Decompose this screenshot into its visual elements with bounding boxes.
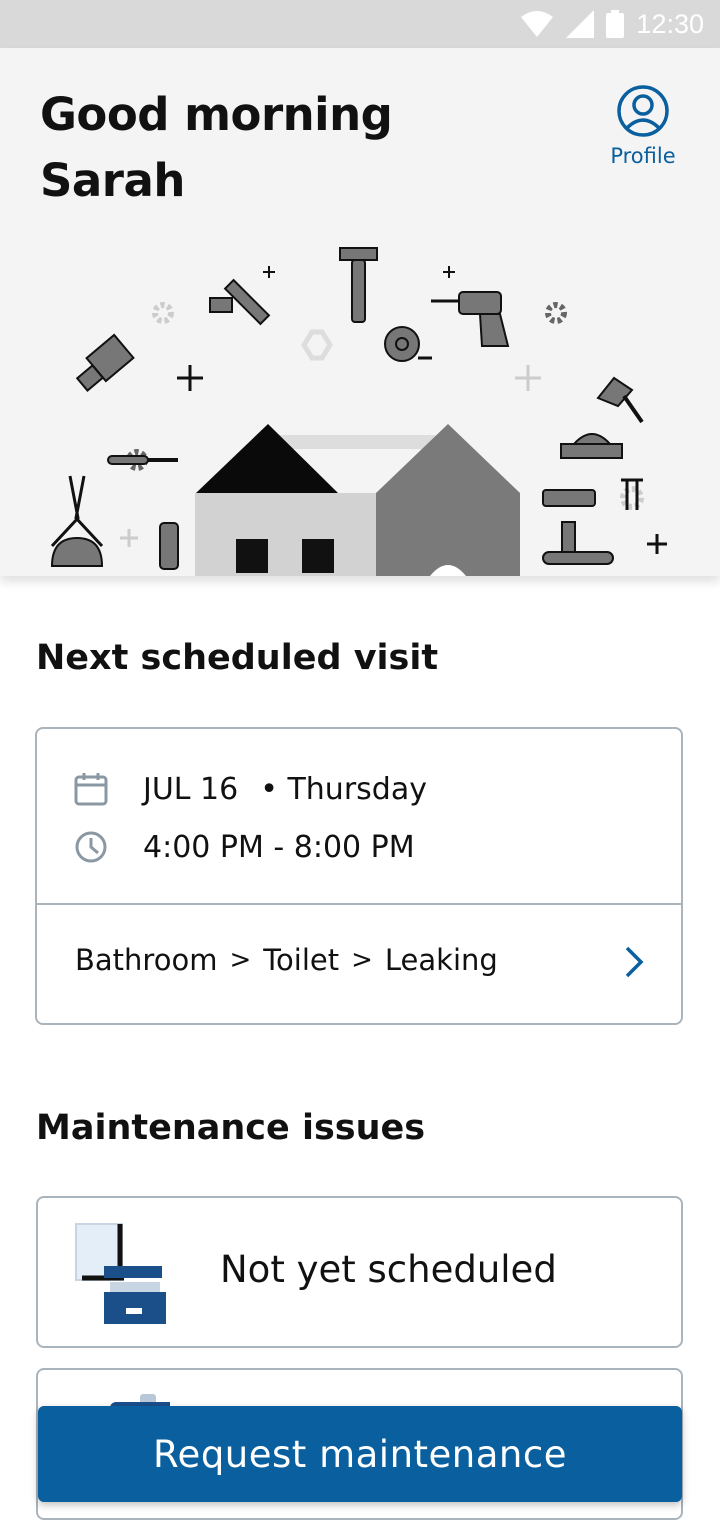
chevron-right-icon (625, 946, 644, 978)
battery-icon (606, 10, 625, 38)
greeting-line1: Good morning (40, 88, 393, 141)
signal-icon (566, 10, 595, 38)
calendar-icon (74, 773, 108, 806)
house-icon (195, 424, 520, 576)
pliers-icon (50, 475, 104, 548)
hex-nut-icon (301, 329, 333, 361)
wifi-icon (521, 11, 554, 37)
visit-details-link[interactable]: Bathroom > Toilet > Leaking (37, 905, 681, 1025)
user-circle-icon (617, 85, 669, 137)
breadcrumb-separator: > (229, 945, 252, 975)
request-maintenance-button[interactable]: Request maintenance (38, 1406, 682, 1502)
screwdriver-vertical-icon (159, 522, 179, 570)
status-icons: 12:30 (520, 8, 704, 40)
paint-brush-icon (75, 333, 135, 392)
house-tools-illustration (50, 247, 667, 576)
issue-label: Not yet scheduled (220, 1248, 557, 1291)
screwdriver-icon (107, 455, 178, 465)
status-time: 12:30 (636, 8, 704, 39)
visit-time-row: 4:00 PM - 8:00 PM (73, 829, 415, 865)
visit-date-row: JUL 16 • Thursday (73, 771, 427, 807)
tape-measure-icon (384, 326, 432, 362)
file-cabinet-icon (75, 1223, 166, 1324)
breadcrumb-item: Leaking (384, 943, 498, 977)
breadcrumb-item: Bathroom (75, 943, 218, 977)
user-name: Sarah (40, 154, 185, 207)
greeting: Good morning Sarah (40, 82, 460, 214)
visit-breadcrumb: Bathroom > Toilet > Leaking (75, 943, 498, 977)
profile-label: Profile (610, 144, 676, 168)
status-bar: 12:30 (0, 0, 720, 48)
drill-icon (431, 291, 510, 347)
visit-day: • Thursday (260, 771, 427, 807)
clock-icon (75, 831, 107, 863)
next-visit-title: Next scheduled visit (36, 638, 439, 678)
breadcrumb-separator: > (351, 945, 373, 975)
header: Good morning Sarah Profile (0, 48, 720, 576)
hammer-icon (339, 247, 378, 323)
breadcrumb-item: Toilet (263, 943, 340, 977)
pipe-wrench-icon (209, 278, 271, 326)
hard-hat-icon (50, 536, 104, 567)
maintenance-title: Maintenance issues (36, 1108, 426, 1148)
issue-card-not-scheduled[interactable]: Not yet scheduled (36, 1196, 683, 1348)
visit-time-range: 4:00 PM - 8:00 PM (143, 829, 415, 865)
visit-date: JUL 16 (143, 771, 239, 807)
scraper-icon (596, 376, 644, 424)
next-visit-card: JUL 16 • Thursday 4:00 PM - 8:00 PM Bath… (35, 727, 683, 1025)
protractor-icon (560, 433, 623, 459)
profile-button[interactable]: Profile (600, 84, 686, 168)
paint-roller-icon (542, 489, 596, 557)
wrench-icon (542, 551, 614, 565)
gear-icon (126, 302, 644, 510)
